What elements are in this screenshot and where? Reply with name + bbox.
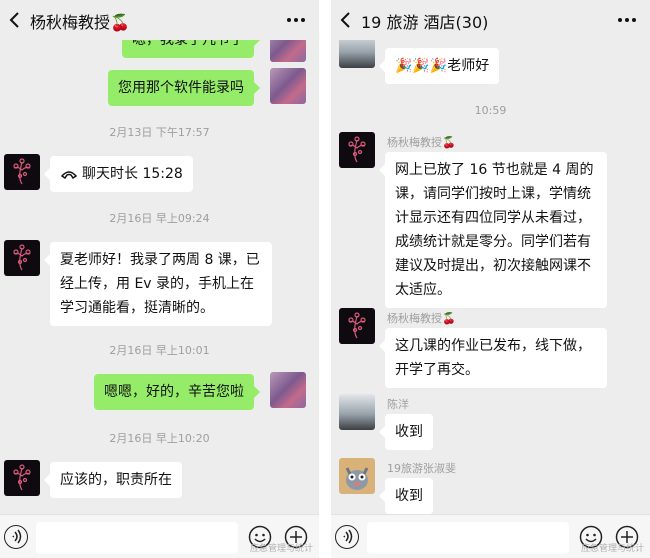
chat-panel-left: 杨秋梅教授🍒 嗯，我录了几节了 您用那个软件能录吗 2月13日 下午17:57 …	[0, 0, 319, 558]
chat-title-text: 杨秋梅教授	[30, 13, 111, 32]
avatar[interactable]	[339, 394, 375, 430]
avatar[interactable]	[4, 240, 40, 276]
back-icon[interactable]	[337, 10, 355, 30]
avatar[interactable]	[339, 132, 375, 168]
sender-name-text: 杨秋梅教授	[387, 136, 442, 149]
message-bubble-incoming[interactable]: 🎉🎉🎉老师好	[378, 48, 500, 84]
message-bubble-incoming[interactable]: 收到	[379, 478, 433, 514]
avatar[interactable]	[270, 40, 306, 62]
avatar[interactable]	[270, 68, 306, 104]
message-input[interactable]	[36, 522, 238, 554]
more-icon[interactable]	[618, 18, 636, 22]
message-bubble-incoming[interactable]: 应该的，职责所在	[44, 462, 182, 498]
voice-icon[interactable]	[335, 525, 359, 549]
message-bubble-outgoing[interactable]: 嗯，我录了几节了	[122, 40, 260, 58]
sender-name-text: 杨秋梅教授	[387, 312, 442, 325]
back-icon[interactable]	[6, 10, 24, 30]
call-duration: 聊天时长 15:28	[82, 166, 183, 182]
timestamp: 2月16日 早上09:24	[109, 212, 210, 225]
avatar[interactable]	[339, 308, 375, 344]
timestamp: 2月13日 下午17:57	[109, 126, 210, 139]
call-icon	[60, 171, 78, 180]
cherry-emoji: 🍒	[442, 136, 456, 149]
avatar[interactable]	[339, 40, 375, 68]
chat-title: 19 旅游 酒店(30)	[361, 13, 489, 32]
message-bubble-incoming[interactable]: 网上已放了 16 节也就是 4 周的课，请同学们按时上课，学情统计显示还有四位同…	[379, 152, 607, 308]
chat-header: 杨秋梅教授🍒	[0, 0, 319, 40]
avatar[interactable]	[4, 460, 40, 496]
message-bubble-incoming[interactable]: 夏老师好！我录了两周 8 课，已经上传，用 Ev 录的，手机上在学习通能看，挺清…	[44, 242, 272, 326]
input-bar: 应急管理与统计	[331, 514, 650, 558]
watermark: 应急管理与统计	[580, 544, 644, 554]
sender-name: 19旅游张淑斐	[387, 462, 456, 475]
timestamp: 2月16日 早上10:20	[109, 432, 210, 445]
cherry-emoji: 🍒	[442, 312, 456, 325]
timestamp: 10:59	[474, 104, 507, 117]
avatar[interactable]	[270, 372, 306, 408]
input-bar: 应急管理与统计	[0, 514, 319, 558]
sender-name: 杨秋梅教授🍒	[387, 134, 456, 150]
call-record-bubble[interactable]: 聊天时长 15:28	[44, 156, 193, 192]
timestamp: 2月16日 早上10:01	[109, 344, 210, 357]
chat-panel-right: 19 旅游 酒店(30) 🎉🎉🎉老师好 10:59 杨秋梅教授🍒 网上已放了 1…	[331, 0, 650, 558]
message-bubble-outgoing[interactable]: 嗯嗯，好的，辛苦您啦	[94, 374, 260, 410]
chat-header: 19 旅游 酒店(30)	[331, 0, 650, 40]
chat-title: 杨秋梅教授🍒	[30, 9, 130, 33]
sender-name: 陈洋	[387, 398, 409, 411]
watermark: 应急管理与统计	[249, 544, 313, 554]
message-bubble-incoming[interactable]: 这几课的作业已发布，线下做，开学了再交。	[379, 328, 607, 388]
voice-icon[interactable]	[4, 525, 28, 549]
message-list[interactable]: 🎉🎉🎉老师好 10:59 杨秋梅教授🍒 网上已放了 16 节也就是 4 周的课，…	[331, 40, 650, 514]
message-bubble-incoming[interactable]: 收到	[379, 414, 433, 450]
panel-divider	[319, 0, 331, 558]
more-icon[interactable]	[287, 18, 305, 22]
message-bubble-outgoing[interactable]: 您用那个软件能录吗	[108, 70, 260, 106]
sender-name: 杨秋梅教授🍒	[387, 310, 456, 326]
avatar[interactable]	[4, 154, 40, 190]
avatar[interactable]	[339, 458, 375, 494]
message-input[interactable]	[367, 522, 569, 554]
cherry-emoji: 🍒	[110, 13, 130, 32]
message-list[interactable]: 嗯，我录了几节了 您用那个软件能录吗 2月13日 下午17:57 聊天时长 15…	[0, 40, 319, 514]
